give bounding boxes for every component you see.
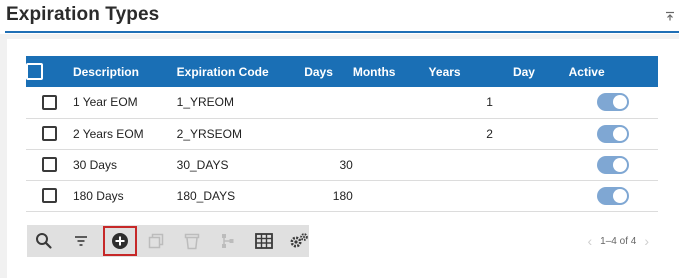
- add-icon: [112, 233, 128, 249]
- table-row[interactable]: 1 Year EOM 1_YREOM 1: [26, 87, 658, 118]
- settings-icon: [290, 233, 308, 248]
- column-header-days[interactable]: Days: [304, 56, 353, 87]
- toggle-knob: [613, 126, 628, 141]
- description-cell: 180 Days: [72, 188, 124, 203]
- add-button[interactable]: [103, 226, 137, 256]
- months-cell: [353, 118, 429, 149]
- active-toggle[interactable]: [597, 124, 630, 143]
- row-checkbox[interactable]: [41, 126, 57, 142]
- active-toggle[interactable]: [597, 155, 630, 174]
- filter-icon: [75, 236, 87, 246]
- active-cell: [569, 118, 658, 149]
- delete-icon: [184, 233, 200, 249]
- row-select-cell: [26, 149, 73, 180]
- toggle-knob: [613, 157, 628, 172]
- toggle-knob: [613, 188, 628, 203]
- search-button[interactable]: [27, 227, 61, 255]
- table-header-row: Description Expiration Code Days Months …: [26, 56, 658, 87]
- hierarchy-icon: [222, 234, 234, 248]
- days-cell: 180: [332, 188, 353, 203]
- months-cell: [353, 87, 429, 118]
- delete-button[interactable]: [175, 227, 209, 255]
- description-cell: 2 Years EOM: [72, 126, 144, 141]
- previous-page-icon[interactable]: ‹: [588, 234, 593, 248]
- page-range: 1–4 of 4: [600, 235, 637, 247]
- day-cell: [513, 118, 569, 149]
- expiration-code-cell: 2_YRSEOM: [176, 126, 243, 141]
- years-cell: [429, 149, 513, 180]
- table-row[interactable]: 180 Days 180_DAYS 180: [26, 180, 658, 211]
- table-row[interactable]: 30 Days 30_DAYS 30: [26, 149, 658, 180]
- active-cell: [569, 149, 658, 180]
- column-header-expiration-code[interactable]: Expiration Code: [177, 56, 305, 87]
- select-all-checkbox[interactable]: [26, 63, 43, 80]
- active-toggle[interactable]: [597, 93, 630, 112]
- days-cell: [304, 87, 353, 118]
- grid-view-button[interactable]: [247, 227, 281, 255]
- filter-button[interactable]: [64, 227, 98, 255]
- row-checkbox[interactable]: [41, 157, 57, 173]
- years-cell: [429, 180, 513, 211]
- copy-button[interactable]: [139, 227, 173, 255]
- grid-view-icon: [255, 233, 273, 249]
- day-cell: [513, 180, 569, 211]
- table-row[interactable]: 2 Years EOM 2_YRSEOM 2: [26, 118, 658, 149]
- column-header-active[interactable]: Active: [569, 56, 658, 87]
- expiration-code-cell: 180_DAYS: [176, 188, 236, 203]
- page-header: Expiration Types: [0, 0, 679, 34]
- select-all-cell: [26, 56, 73, 87]
- column-header-description[interactable]: Description: [73, 56, 177, 87]
- copy-icon: [148, 233, 164, 249]
- row-select-cell: [26, 87, 73, 118]
- months-cell: [353, 149, 429, 180]
- active-toggle[interactable]: [597, 186, 630, 205]
- active-cell: [569, 87, 658, 118]
- search-icon: [36, 233, 52, 249]
- day-cell: [513, 87, 569, 118]
- row-checkbox[interactable]: [41, 188, 57, 204]
- grid-panel: Description Expiration Code Days Months …: [7, 39, 679, 278]
- column-header-day[interactable]: Day: [513, 56, 569, 87]
- toggle-knob: [613, 95, 628, 110]
- collapse-icon[interactable]: [665, 11, 677, 23]
- years-cell: 1: [486, 95, 493, 110]
- day-cell: [513, 149, 569, 180]
- column-header-years[interactable]: Years: [429, 56, 513, 87]
- pagination: ‹ 1–4 of 4 ›: [588, 234, 650, 248]
- next-page-icon[interactable]: ›: [644, 234, 649, 248]
- row-checkbox[interactable]: [41, 94, 57, 110]
- row-select-cell: [26, 180, 73, 211]
- days-cell: 30: [339, 157, 353, 172]
- settings-button[interactable]: [282, 227, 316, 255]
- active-cell: [569, 180, 658, 211]
- description-cell: 30 Days: [72, 157, 117, 172]
- expiration-code-cell: 1_YREOM: [176, 95, 235, 110]
- expiration-types-table: Description Expiration Code Days Months …: [26, 56, 658, 212]
- header-divider: [5, 31, 679, 33]
- expiration-code-cell: 30_DAYS: [176, 157, 229, 172]
- row-select-cell: [26, 118, 73, 149]
- days-cell: [304, 118, 353, 149]
- column-header-months[interactable]: Months: [353, 56, 429, 87]
- grid-toolbar: [27, 225, 309, 257]
- page-title: Expiration Types: [6, 4, 160, 25]
- description-cell: 1 Year EOM: [72, 95, 138, 110]
- hierarchy-button[interactable]: [211, 227, 245, 255]
- years-cell: 2: [486, 126, 493, 141]
- months-cell: [353, 180, 429, 211]
